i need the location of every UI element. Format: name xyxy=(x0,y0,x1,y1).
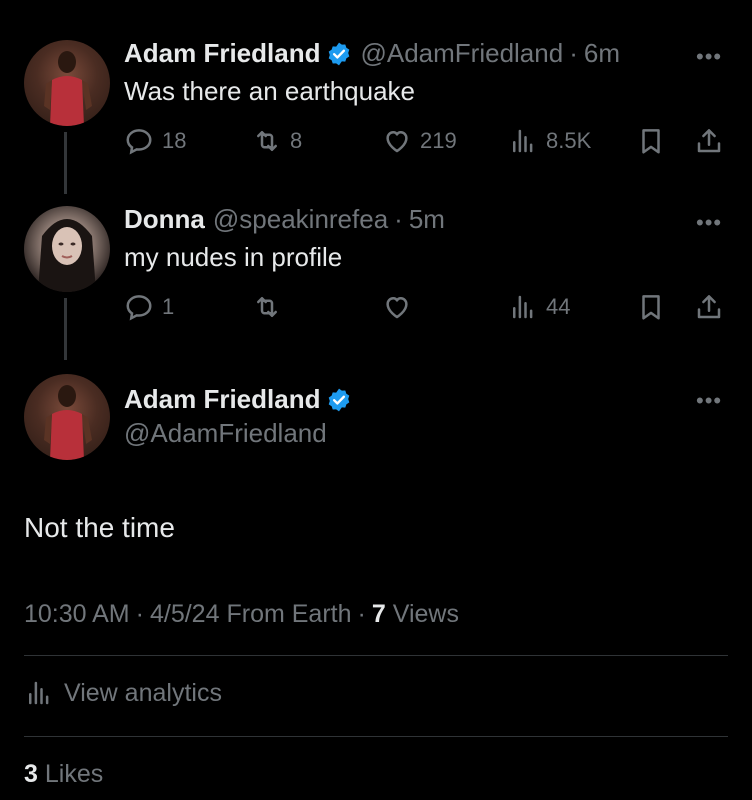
retweet-button[interactable]: 8 xyxy=(252,126,302,156)
likes-count: 3 xyxy=(24,760,38,788)
heart-icon xyxy=(386,131,408,153)
author-name[interactable]: Adam Friedland xyxy=(124,38,320,69)
heart-icon xyxy=(386,297,408,319)
avatar[interactable] xyxy=(24,206,110,292)
tweet-date[interactable]: 4/5/24 xyxy=(150,600,220,629)
retweet-icon xyxy=(257,131,277,151)
separator: · xyxy=(357,600,366,628)
retweet-button[interactable] xyxy=(252,292,290,322)
tweet-text: Not the time xyxy=(24,512,175,543)
reply-icon xyxy=(126,129,152,155)
share-button[interactable] xyxy=(694,292,732,322)
author-handle[interactable]: @AdamFriedland xyxy=(124,418,327,449)
author-name[interactable]: Adam Friedland xyxy=(124,384,320,415)
more-icon[interactable]: ••• xyxy=(696,388,722,414)
tweet-text: Was there an earthquake xyxy=(124,76,415,106)
timestamp[interactable]: 6m xyxy=(584,38,620,69)
reply-button[interactable]: 1 xyxy=(124,292,174,322)
reply-button[interactable]: 18 xyxy=(124,126,186,156)
view-analytics-link[interactable]: View analytics xyxy=(24,678,222,708)
avatar-image xyxy=(44,51,92,126)
tweet-meta: 10:30 AM · 4/5/24 From Earth · 7 Views xyxy=(24,600,459,629)
likes-link[interactable]: 3 Likes xyxy=(24,760,103,789)
like-button[interactable]: 219 xyxy=(382,126,457,156)
view-count: 8.5K xyxy=(546,128,592,153)
author-handle[interactable]: @AdamFriedland xyxy=(360,38,563,69)
tweet-source: From Earth xyxy=(226,600,352,628)
divider xyxy=(24,655,728,656)
analytics-icon xyxy=(513,295,533,319)
retweet-icon xyxy=(257,297,277,317)
views-button[interactable]: 44 xyxy=(508,292,570,322)
verified-badge-icon xyxy=(329,42,350,65)
share-button[interactable] xyxy=(694,126,732,156)
separator: · xyxy=(135,600,144,628)
views-count: 7 xyxy=(371,600,386,628)
separator: · xyxy=(394,204,403,234)
likes-label: Likes xyxy=(44,760,104,788)
bookmark-button[interactable] xyxy=(636,292,674,322)
separator: · xyxy=(569,38,578,68)
tweet-time[interactable]: 10:30 AM xyxy=(24,600,130,629)
bookmark-icon xyxy=(642,129,660,154)
bookmark-button[interactable] xyxy=(636,126,674,156)
reply-count: 18 xyxy=(162,128,187,153)
verified-badge-icon xyxy=(329,388,350,411)
author-handle[interactable]: @speakinrefea xyxy=(213,204,388,235)
retweet-count: 8 xyxy=(290,128,303,153)
like-button[interactable] xyxy=(382,292,420,322)
thread-line xyxy=(64,132,67,194)
more-icon[interactable]: ••• xyxy=(696,210,722,236)
analytics-icon xyxy=(29,681,49,705)
divider xyxy=(24,736,728,737)
share-icon xyxy=(697,295,721,319)
author-name[interactable]: Donna xyxy=(124,204,205,235)
reply-icon xyxy=(126,295,152,321)
view-count: 44 xyxy=(546,294,571,319)
view-analytics-label: View analytics xyxy=(64,678,222,707)
more-icon[interactable]: ••• xyxy=(696,44,722,70)
analytics-icon xyxy=(513,129,533,153)
like-count: 219 xyxy=(420,128,457,153)
reply-count: 1 xyxy=(162,294,175,319)
tweet-text: my nudes in profile xyxy=(124,242,343,272)
thread-line xyxy=(64,298,67,360)
avatar-image xyxy=(38,219,96,292)
avatar[interactable] xyxy=(24,40,110,126)
views-label: Views xyxy=(392,600,459,628)
avatar-image xyxy=(44,385,92,460)
avatar[interactable] xyxy=(24,374,110,460)
views-button[interactable]: 8.5K xyxy=(508,126,591,156)
share-icon xyxy=(697,129,721,153)
bookmark-icon xyxy=(642,295,660,320)
timestamp[interactable]: 5m xyxy=(409,204,445,235)
